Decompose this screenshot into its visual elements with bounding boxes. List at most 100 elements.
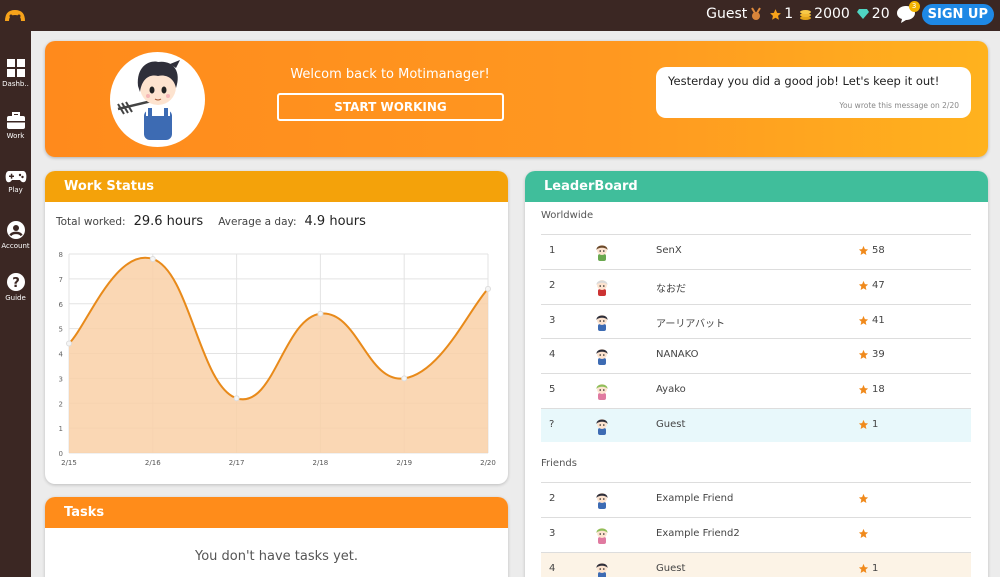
player-name[interactable]: アーリアバット (656, 315, 725, 330)
help-icon: ? (6, 273, 25, 291)
chat-badge: 3 (908, 1, 920, 12)
score-value: 58 (872, 245, 885, 256)
work-hours-chart: 0 1 2 3 4 5 6 7 8 2/15 2/16 2/17 2/18 2/19 2/20 (59, 251, 496, 467)
coin-count: 2000 (799, 6, 850, 22)
leaderboard-row[interactable]: 2 Example Friend (541, 482, 971, 516)
player-score: 41 (858, 315, 885, 326)
leaderboard-row[interactable]: 4 NANAKO 39 (541, 338, 971, 372)
tasks-title: Tasks (45, 497, 508, 528)
area-fill (69, 257, 488, 453)
player-name[interactable]: NANAKO (656, 349, 699, 360)
star-icon (858, 350, 869, 360)
data-point (401, 375, 408, 382)
rank: 4 (549, 349, 556, 361)
sidebar-item-label: Play (8, 186, 23, 194)
leaderboard-row[interactable]: ? Guest 1 (541, 408, 971, 442)
star-icon (858, 315, 869, 325)
chat-button[interactable]: 3 (896, 1, 920, 24)
tasks-card: Tasks You don't have tasks yet. (45, 497, 508, 577)
coin-count-value: 2000 (814, 6, 850, 22)
star-count: 1 (769, 6, 793, 22)
leaderboard-row[interactable]: 5 Ayako 18 (541, 373, 971, 407)
y-tick-label: 7 (59, 276, 63, 284)
score-value: 41 (872, 314, 885, 326)
briefcase-icon (6, 112, 25, 129)
player-score (858, 493, 872, 504)
rank: ? (549, 419, 555, 430)
medal-icon (751, 7, 762, 20)
star-icon (858, 563, 869, 573)
sidebar-item-play[interactable]: Play (0, 169, 31, 194)
y-tick-label: 2 (59, 400, 63, 408)
rank: 4 (549, 562, 556, 574)
player-score: 58 (858, 245, 885, 256)
data-point (233, 395, 240, 402)
sidebar-item-work[interactable]: Work (0, 112, 31, 140)
x-tick-label: 2/20 (480, 459, 496, 467)
gamepad-icon (5, 171, 26, 183)
star-count-value: 1 (784, 6, 794, 22)
average-label: Average a day: (218, 216, 297, 228)
y-tick-label: 1 (59, 425, 63, 433)
player-avatar (593, 490, 611, 510)
leaderboard-row[interactable]: 3 アーリアバット 41 (541, 303, 971, 338)
work-status-title: Work Status (45, 171, 508, 202)
y-tick-label: 0 (59, 450, 63, 458)
x-tick-label: 2/16 (145, 459, 161, 467)
sidebar-item-dashboard[interactable]: Dashb.. (0, 58, 31, 88)
average-value: 4.9 hours (304, 214, 366, 229)
rank: 3 (549, 527, 556, 539)
player-avatar-icon (596, 419, 608, 435)
player-avatar (593, 525, 611, 545)
star-icon (858, 385, 869, 395)
player-name[interactable]: SenX (656, 245, 682, 256)
score-value: 1 (872, 419, 879, 430)
y-tick-label: 4 (59, 351, 64, 359)
sidebar-item-guide[interactable]: ? Guide (0, 272, 31, 302)
sign-up-button[interactable]: SIGN UP (921, 3, 994, 25)
player-avatar (593, 242, 611, 262)
leaderboard-row[interactable]: 3 Example Friend2 (541, 516, 971, 551)
leaderboard-title: LeaderBoard (525, 171, 988, 202)
total-worked-label: Total worked: (56, 216, 126, 228)
player-score (858, 528, 872, 539)
worldwide-label: Worldwide (541, 210, 594, 221)
y-tick-label: 6 (59, 301, 64, 309)
sidebar-item-account[interactable]: Account (0, 220, 31, 250)
score-value: 47 (872, 279, 885, 291)
player-avatar (593, 381, 611, 401)
leaderboard-row[interactable]: 4 Guest 1 (541, 551, 971, 577)
star-icon (858, 280, 869, 290)
player-avatar-icon (596, 562, 608, 577)
work-status-card: Work Status Total worked: 29.6 hours Ave… (45, 171, 508, 484)
score-value: 1 (872, 562, 879, 574)
sidebar-item-label: Guide (5, 294, 26, 302)
player-name[interactable]: なおだ (656, 280, 686, 295)
player-avatar (593, 560, 611, 577)
sidebar-item-label: Dashb.. (2, 80, 29, 88)
leaderboard-row[interactable]: 2 なおだ 47 (541, 268, 971, 303)
coins-icon (800, 9, 812, 20)
x-tick-label: 2/19 (396, 459, 412, 467)
svg-text:?: ? (12, 276, 20, 291)
leaderboard-row[interactable]: 1 SenX 58 (541, 234, 971, 268)
rank: 1 (549, 245, 556, 256)
player-name[interactable]: Example Friend2 (656, 528, 740, 539)
player-name[interactable]: Guest (656, 563, 685, 574)
user-name[interactable]: Guest (706, 6, 763, 22)
rank: 3 (549, 314, 556, 326)
player-name[interactable]: Guest (656, 419, 685, 430)
start-working-button[interactable]: START WORKING (277, 93, 504, 121)
player-avatar-icon (596, 279, 608, 296)
player-name[interactable]: Example Friend (656, 493, 733, 504)
sidebar-item-label: Work (6, 132, 25, 140)
x-tick-label: 2/15 (61, 459, 77, 467)
player-score: 47 (858, 280, 885, 291)
player-name[interactable]: Ayako (656, 384, 686, 395)
total-worked-value: 29.6 hours (133, 214, 204, 229)
message-bubble: Yesterday you did a good job! Let's keep… (656, 67, 971, 118)
user-avatar[interactable] (110, 52, 205, 147)
app-logo-icon[interactable] (3, 7, 27, 23)
gem-count-value: 20 (871, 6, 890, 22)
diamond-icon (856, 9, 869, 19)
